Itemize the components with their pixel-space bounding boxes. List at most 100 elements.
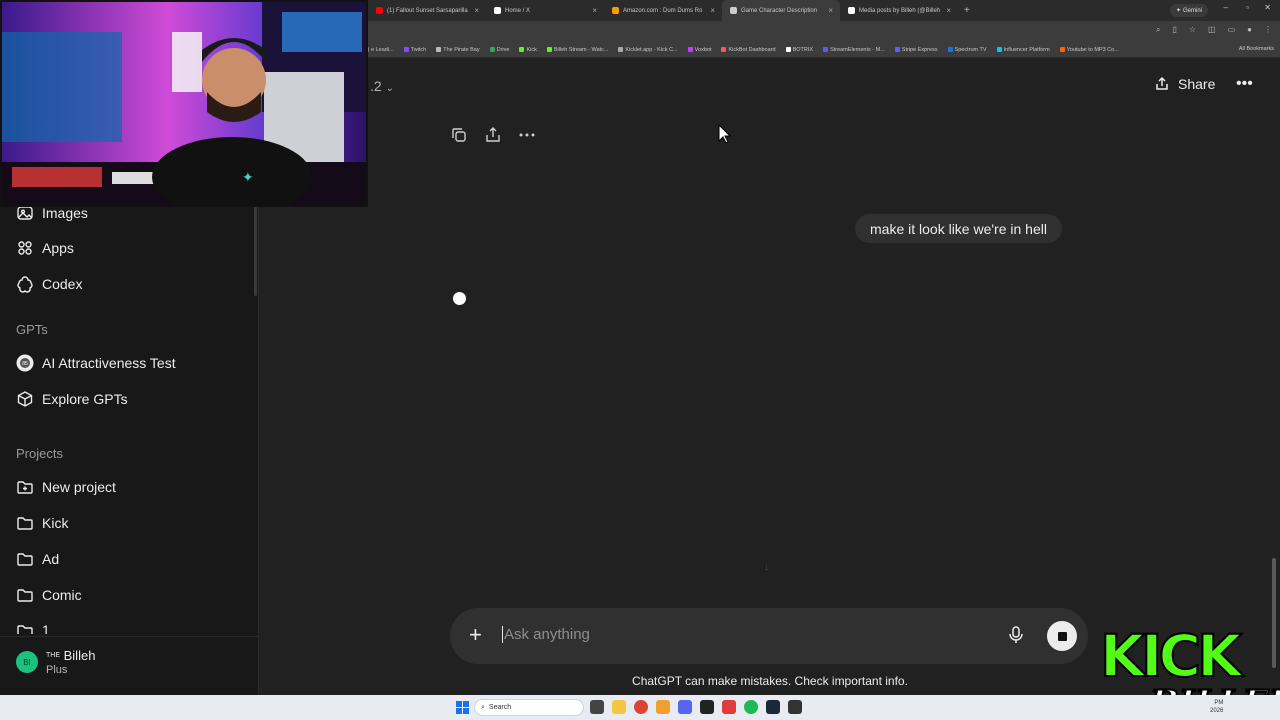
sidebar-item-codex[interactable]: Codex xyxy=(16,275,82,293)
bookmark-label: BOTRIX xyxy=(792,46,814,53)
sidebar-item-project-ad[interactable]: Ad xyxy=(16,550,59,568)
profile-icon[interactable]: ● xyxy=(1247,25,1252,35)
sidebar-item-label: Kick xyxy=(42,515,69,531)
app-dark-icon[interactable] xyxy=(788,700,802,714)
bookmark-item[interactable]: StreamElements - M... xyxy=(823,47,885,53)
new-tab-icon[interactable]: + xyxy=(964,5,970,16)
folder-icon xyxy=(17,589,33,602)
sidebar-item-apps[interactable]: Apps xyxy=(16,239,74,257)
more-options-icon[interactable]: ••• xyxy=(1236,75,1253,93)
maximize-icon[interactable]: ▫ xyxy=(1246,3,1249,12)
tab-title: Game Character Description xyxy=(741,7,818,14)
more-actions-icon[interactable] xyxy=(518,126,536,144)
spotify-icon[interactable] xyxy=(744,700,758,714)
bookmark-item[interactable]: BOTRIX xyxy=(785,46,814,53)
app-icon[interactable] xyxy=(656,700,670,714)
bookmark-favicon-icon xyxy=(894,47,900,52)
windows-start-icon[interactable] xyxy=(456,701,469,714)
sidebar-item-label: Ad xyxy=(42,551,60,567)
prompt-input[interactable]: Ask anything xyxy=(502,626,590,643)
close-tab-icon[interactable]: × xyxy=(946,6,951,15)
sidebar-item-project-1[interactable]: 1 xyxy=(16,622,50,634)
browser-tab[interactable]: Home / X × xyxy=(486,0,604,21)
bookmark-item[interactable]: Youtube to MP3 Co... xyxy=(1059,47,1119,53)
bookmark-item[interactable]: Drive xyxy=(489,47,509,53)
codex-icon xyxy=(17,276,33,293)
share-message-icon[interactable] xyxy=(484,126,502,144)
chrome-icon[interactable] xyxy=(634,700,648,714)
all-bookmarks-button[interactable]: All Bookmarks xyxy=(1239,46,1274,52)
minimize-icon[interactable]: – xyxy=(1224,3,1228,12)
taskbar-search[interactable]: ⌕ Search xyxy=(474,699,584,716)
app-red-icon[interactable] xyxy=(722,700,736,714)
sidebar-item-project-kick[interactable]: Kick xyxy=(16,514,68,532)
share-button[interactable]: Share xyxy=(1154,76,1215,92)
system-tray-clock[interactable]: PM 2026 xyxy=(1210,699,1223,715)
copy-icon[interactable] xyxy=(450,126,468,144)
zoom-icon[interactable]: ⌕ xyxy=(1156,25,1160,35)
stop-generating-button[interactable] xyxy=(1047,621,1077,651)
close-tab-icon[interactable]: × xyxy=(592,6,597,15)
bookmark-label: Kick xyxy=(526,46,537,53)
svg-text:85: 85 xyxy=(22,361,28,367)
terminal-icon[interactable] xyxy=(700,700,714,714)
model-selector[interactable]: .2 ⌄ xyxy=(370,78,394,94)
taskbar-search-label: Search xyxy=(488,704,512,711)
browser-tab[interactable]: (1) Fallout Sunset Sarsaparilla × xyxy=(368,0,486,21)
bookmark-item[interactable]: Kicklet.app - Kick C... xyxy=(618,47,678,53)
browser-tab[interactable]: Media posts by Billeh (@Billeh × xyxy=(840,0,958,21)
apps-icon xyxy=(18,241,32,255)
bookmark-favicon-icon xyxy=(403,47,409,52)
file-explorer-icon[interactable] xyxy=(612,700,626,714)
sidebar-item-ai-attractiveness-test[interactable]: 85 AI Attractiveness Test xyxy=(16,354,176,372)
tray-date: 2026 xyxy=(1210,708,1224,714)
sidebar-item-new-project[interactable]: New project xyxy=(16,478,116,496)
sparkle-icon: ✦ xyxy=(1175,8,1181,14)
user-name-prefix: THE xyxy=(46,652,60,659)
steam-icon[interactable] xyxy=(766,700,780,714)
bookmark-item[interactable]: Influencer Platform xyxy=(996,47,1050,53)
sidebar-item-project-comic[interactable]: Comic xyxy=(16,586,82,604)
toolbar-icons: ⌕ ▯ ☆ ◫ ▭ ● ⋮ xyxy=(1156,25,1272,35)
bookmark-item[interactable]: Spectrum TV xyxy=(947,47,987,53)
sidepanel-icon[interactable]: ▭ xyxy=(1228,25,1236,35)
bookmark-favicon-icon xyxy=(996,47,1002,52)
tab-favicon-icon xyxy=(848,7,855,14)
browser-tab[interactable]: Game Character Description × xyxy=(722,0,840,21)
model-label: .2 xyxy=(370,78,382,94)
bookmark-item[interactable]: e Leadi... xyxy=(364,47,394,53)
bookmark-item[interactable]: Voxbot xyxy=(687,47,711,53)
discord-icon[interactable] xyxy=(678,700,692,714)
mouse-cursor-icon xyxy=(718,124,732,144)
share-icon xyxy=(1156,76,1168,90)
bookmark-item[interactable]: Stripe Express xyxy=(894,47,938,53)
bookmark-label: The Pirate Bay xyxy=(443,46,480,53)
folder-icon xyxy=(17,517,33,530)
close-tab-icon[interactable]: × xyxy=(710,6,715,15)
add-attachment-icon[interactable]: + xyxy=(469,623,482,647)
close-tab-icon[interactable]: × xyxy=(828,6,833,15)
page-icon[interactable]: ▯ xyxy=(1172,25,1176,35)
sidebar-item-explore-gpts[interactable]: Explore GPTs xyxy=(16,390,128,408)
user-account-button[interactable]: BI THE Billeh Plus xyxy=(16,648,95,676)
tab-favicon-icon xyxy=(730,7,737,14)
task-view-icon[interactable] xyxy=(590,700,604,714)
bookmark-item[interactable]: KickBot Dashboard xyxy=(721,47,776,53)
bookmark-item[interactable]: Billeh Stream - Watc... xyxy=(546,47,608,53)
bookmark-item[interactable]: Kick xyxy=(519,46,537,53)
bookmark-item[interactable]: Twitch xyxy=(403,47,426,53)
close-window-icon[interactable]: ✕ xyxy=(1264,3,1271,12)
windows-taskbar: ⌕ Search PM 2026 xyxy=(0,695,1280,720)
folder-icon xyxy=(17,553,33,566)
scroll-down-icon[interactable]: ↓ xyxy=(764,562,769,573)
extensions-icon[interactable]: ◫ xyxy=(1208,25,1216,35)
bookmark-favicon-icon xyxy=(721,47,727,52)
gemini-button[interactable]: ✦ Gemini xyxy=(1169,4,1208,17)
star-icon[interactable]: ☆ xyxy=(1189,25,1196,35)
browser-tab[interactable]: Amazon.com : Dum Dums Ro × xyxy=(604,0,722,21)
close-tab-icon[interactable]: × xyxy=(474,6,479,15)
menu-icon[interactable]: ⋮ xyxy=(1264,25,1272,35)
bookmark-item[interactable]: The Pirate Bay xyxy=(436,46,480,53)
microphone-icon[interactable] xyxy=(1008,625,1024,645)
sidebar-scrollbar[interactable] xyxy=(254,198,257,296)
